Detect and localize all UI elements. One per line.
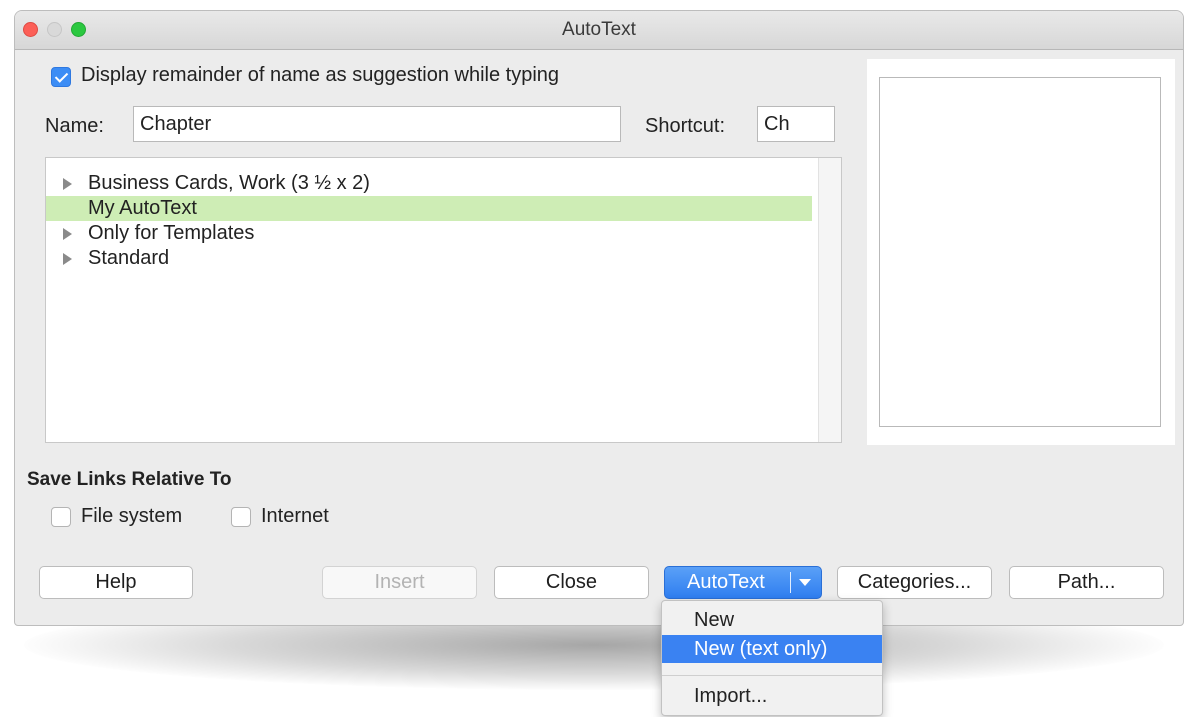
autotext-button-label: AutoText	[687, 571, 765, 593]
tree-item-business-cards[interactable]: Business Cards, Work (3 ½ x 2)	[46, 171, 812, 196]
autotext-dialog: AutoText Display remainder of name as su…	[14, 10, 1184, 626]
path-button[interactable]: Path...	[1009, 566, 1164, 599]
tree-item-label: My AutoText	[88, 197, 197, 219]
expand-arrow-icon[interactable]	[63, 178, 72, 190]
file-system-checkbox[interactable]	[51, 507, 71, 527]
preview-area	[867, 59, 1175, 445]
autotext-button[interactable]: AutoText	[664, 566, 822, 599]
tree-item-label: Business Cards, Work (3 ½ x 2)	[88, 172, 370, 194]
tree-item-label: Only for Templates	[88, 222, 255, 244]
preview-frame	[879, 77, 1161, 427]
internet-checkbox[interactable]	[231, 507, 251, 527]
split-divider	[790, 572, 791, 593]
save-links-heading: Save Links Relative To	[27, 469, 232, 490]
help-button[interactable]: Help	[39, 566, 193, 599]
window-title: AutoText	[562, 19, 636, 40]
categories-button[interactable]: Categories...	[837, 566, 992, 599]
title-bar: AutoText	[15, 11, 1183, 50]
menu-item-new-text-only[interactable]: New (text only)	[662, 635, 882, 663]
menu-item-import[interactable]: Import...	[662, 682, 882, 710]
tree-item-my-autotext[interactable]: My AutoText	[46, 196, 812, 221]
display-remainder-label: Display remainder of name as suggestion …	[81, 64, 560, 86]
close-button[interactable]: Close	[494, 566, 649, 599]
tree-item-only-for-templates[interactable]: Only for Templates	[46, 221, 812, 246]
dropdown-arrow-icon[interactable]	[799, 579, 811, 586]
expand-arrow-icon[interactable]	[63, 253, 72, 265]
menu-item-new[interactable]: New	[662, 606, 882, 634]
name-label: Name:	[45, 115, 104, 137]
insert-button[interactable]: Insert	[322, 566, 477, 599]
name-field[interactable]	[133, 106, 621, 142]
category-tree[interactable]: Business Cards, Work (3 ½ x 2) My AutoTe…	[45, 157, 842, 443]
tree-item-label: Standard	[88, 247, 170, 269]
menu-separator	[662, 675, 882, 676]
shortcut-label: Shortcut:	[645, 115, 726, 137]
shortcut-field[interactable]	[757, 106, 835, 142]
tree-item-standard[interactable]: Standard	[46, 246, 812, 271]
tree-scrollbar[interactable]	[818, 158, 841, 442]
display-remainder-checkbox[interactable]	[51, 67, 71, 87]
autotext-dropdown-menu: New New (text only) Import...	[661, 600, 883, 716]
internet-label: Internet	[261, 505, 329, 527]
expand-arrow-icon[interactable]	[63, 228, 72, 240]
file-system-label: File system	[81, 505, 183, 527]
